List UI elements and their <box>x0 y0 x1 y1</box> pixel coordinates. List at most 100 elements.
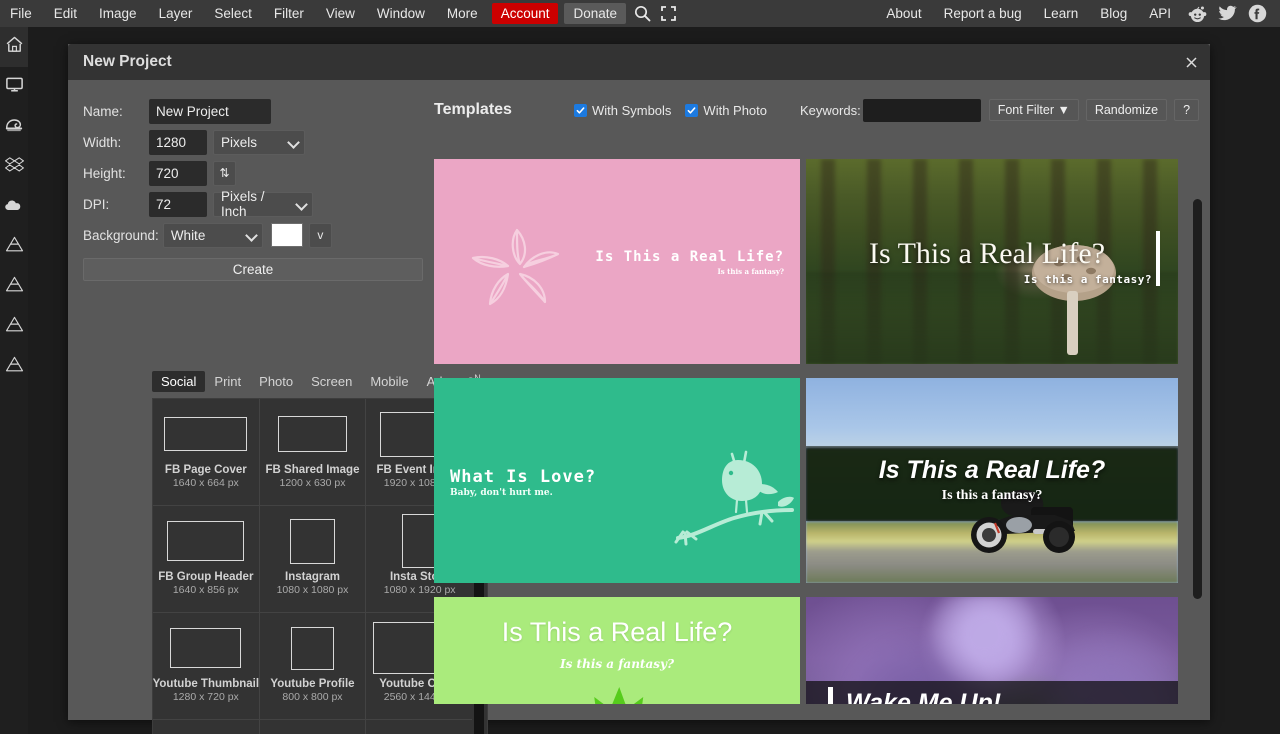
dialog-title: New Project <box>83 53 172 70</box>
menu-image[interactable]: Image <box>88 0 148 27</box>
twitter-icon[interactable] <box>1212 0 1242 27</box>
preset-item[interactable]: Instagram 1080 x 1080 px <box>259 506 367 613</box>
sidebar-item-google-drive-4[interactable] <box>0 347 28 387</box>
account-button[interactable]: Account <box>491 3 559 24</box>
swap-dimensions-icon[interactable]: ⇅ <box>213 160 236 186</box>
google-drive-icon <box>5 275 24 299</box>
height-label: Height: <box>83 165 126 181</box>
reddit-icon[interactable] <box>1182 0 1212 27</box>
randomize-button[interactable]: Randomize <box>1085 99 1168 121</box>
search-icon[interactable] <box>629 0 655 27</box>
keywords-input[interactable] <box>862 98 981 122</box>
preset-item[interactable] <box>366 720 473 734</box>
donate-button[interactable]: Donate <box>564 3 627 24</box>
preset-item[interactable]: Youtube Profile 800 x 800 px <box>259 613 367 720</box>
fullscreen-icon[interactable] <box>655 0 681 27</box>
sidebar-item-google-drive-2[interactable] <box>0 267 28 307</box>
sidebar-item-scanner[interactable] <box>0 107 28 147</box>
with-photo-label: With Photo <box>703 102 768 118</box>
menu-report-a-bug[interactable]: Report a bug <box>933 0 1033 27</box>
menu-api[interactable]: API <box>1138 0 1182 27</box>
template-card-green-leaf[interactable]: Is This a Real Life? Is this a fantasy? <box>434 597 800 704</box>
menu-window[interactable]: Window <box>366 0 436 27</box>
menu-edit[interactable]: Edit <box>43 0 88 27</box>
font-filter-button[interactable]: Font Filter ▼ <box>988 99 1079 121</box>
background-color-swatch[interactable] <box>270 223 303 247</box>
dpi-unit-select[interactable]: Pixels / Inch <box>213 189 313 219</box>
sidebar-item-google-drive-3[interactable] <box>0 307 28 347</box>
preset-name: FB Page Cover <box>164 464 247 476</box>
menu-view[interactable]: View <box>315 0 366 27</box>
height-row: Height: 720 ⇅ <box>83 158 437 188</box>
template-subtitle: Baby, don't hurt me. <box>450 488 553 498</box>
preset-size: 1080 x 1080 px <box>276 584 349 596</box>
preset-thumbnail-box <box>153 512 259 570</box>
preset-tab-label: Mobile <box>370 374 409 389</box>
name-input[interactable]: New Project <box>149 98 271 124</box>
preset-tab-mobile[interactable]: Mobile <box>361 371 417 392</box>
name-label: Name: <box>83 103 123 119</box>
width-unit-select[interactable]: Pixels <box>213 129 305 155</box>
template-title: Is This a Real Life? <box>868 237 1106 270</box>
menu-about[interactable]: About <box>875 0 932 27</box>
sidebar-item-google-drive-1[interactable] <box>0 227 28 267</box>
preset-item[interactable]: Twitter Header <box>260 720 367 734</box>
background-label: Background: <box>83 227 159 243</box>
template-card-purple-bees[interactable]: Wake Me Up! Before you go go <box>806 597 1178 704</box>
template-card-teal-bird[interactable]: What Is Love? Baby, don't hurt me. <box>434 378 800 583</box>
template-card-forest-mushroom[interactable]: Is This a Real Life? Is this a fantasy? <box>806 159 1178 364</box>
preset-name: FB Shared Image <box>265 464 360 476</box>
template-subtitle: Is this a fantasy? <box>941 488 1043 503</box>
dpi-input[interactable]: 72 <box>149 191 207 217</box>
sidebar-item-screen[interactable] <box>0 67 28 107</box>
template-card-motorcycle[interactable]: Is This a Real Life? Is this a fantasy? <box>806 378 1178 583</box>
facebook-icon[interactable] <box>1242 0 1272 27</box>
background-select[interactable]: White <box>162 222 263 248</box>
preset-size: 1640 x 664 px <box>172 477 239 489</box>
google-drive-icon <box>5 315 24 339</box>
sidebar-item-dropbox[interactable] <box>0 147 28 187</box>
menu-filter[interactable]: Filter <box>263 0 315 27</box>
help-button[interactable]: ? <box>1174 99 1200 121</box>
menu-more[interactable]: More <box>436 0 489 27</box>
menu-learn[interactable]: Learn <box>1033 0 1090 27</box>
preset-tab-print[interactable]: Print <box>205 371 250 392</box>
templates-grid: Is This a Real Life? Is this a fantasy? <box>434 159 1186 704</box>
close-icon[interactable] <box>1180 52 1202 72</box>
template-title: Is This a Real Life? <box>878 456 1106 484</box>
preset-tab-label: Social <box>161 374 197 389</box>
preset-item[interactable]: FB Group Header 1640 x 856 px <box>153 506 260 613</box>
checkbox-checked-icon <box>685 103 699 117</box>
preset-item[interactable]: FB Page Cover 1640 x 664 px <box>153 399 260 506</box>
template-title: Wake Me Up! <box>846 689 1002 704</box>
name-row: Name: New Project <box>83 96 437 126</box>
sidebar-item-home[interactable] <box>0 27 28 67</box>
with-photo-checkbox[interactable]: With Photo <box>685 103 767 118</box>
template-card-pink-flower[interactable]: Is This a Real Life? Is this a fantasy? <box>434 159 800 364</box>
templates-scrollbar[interactable] <box>1190 159 1204 704</box>
width-input[interactable]: 1280 <box>149 129 207 155</box>
preset-item[interactable]: Twitter Profile <box>153 720 260 734</box>
google-drive-icon <box>5 355 24 379</box>
width-label: Width: <box>83 134 122 150</box>
template-accent-bar <box>1156 231 1160 286</box>
preset-tab-photo[interactable]: Photo <box>250 371 302 392</box>
color-dropdown-button[interactable]: v <box>308 222 332 248</box>
preset-tab-social[interactable]: Social <box>152 371 206 392</box>
height-input[interactable]: 720 <box>149 160 207 186</box>
menu-file[interactable]: File <box>0 0 43 27</box>
with-symbols-checkbox[interactable]: With Symbols <box>573 103 671 118</box>
preset-item[interactable]: Youtube Thumbnail 1280 x 720 px <box>153 613 260 720</box>
preset-tab-screen[interactable]: Screen <box>302 371 361 392</box>
bird-on-branch-icon <box>674 440 794 555</box>
preset-item[interactable]: FB Shared Image 1200 x 630 px <box>259 399 367 506</box>
menu-blog[interactable]: Blog <box>1089 0 1138 27</box>
preset-name: Youtube Thumbnail <box>153 678 260 690</box>
create-button[interactable]: Create <box>83 258 423 281</box>
menu-layer[interactable]: Layer <box>148 0 204 27</box>
app-sidebar <box>0 27 28 734</box>
sidebar-item-onedrive[interactable] <box>0 187 28 227</box>
templates-scrollbar-thumb[interactable] <box>1193 199 1202 599</box>
menu-select[interactable]: Select <box>203 0 263 27</box>
preset-thumbnail-box <box>153 726 259 734</box>
